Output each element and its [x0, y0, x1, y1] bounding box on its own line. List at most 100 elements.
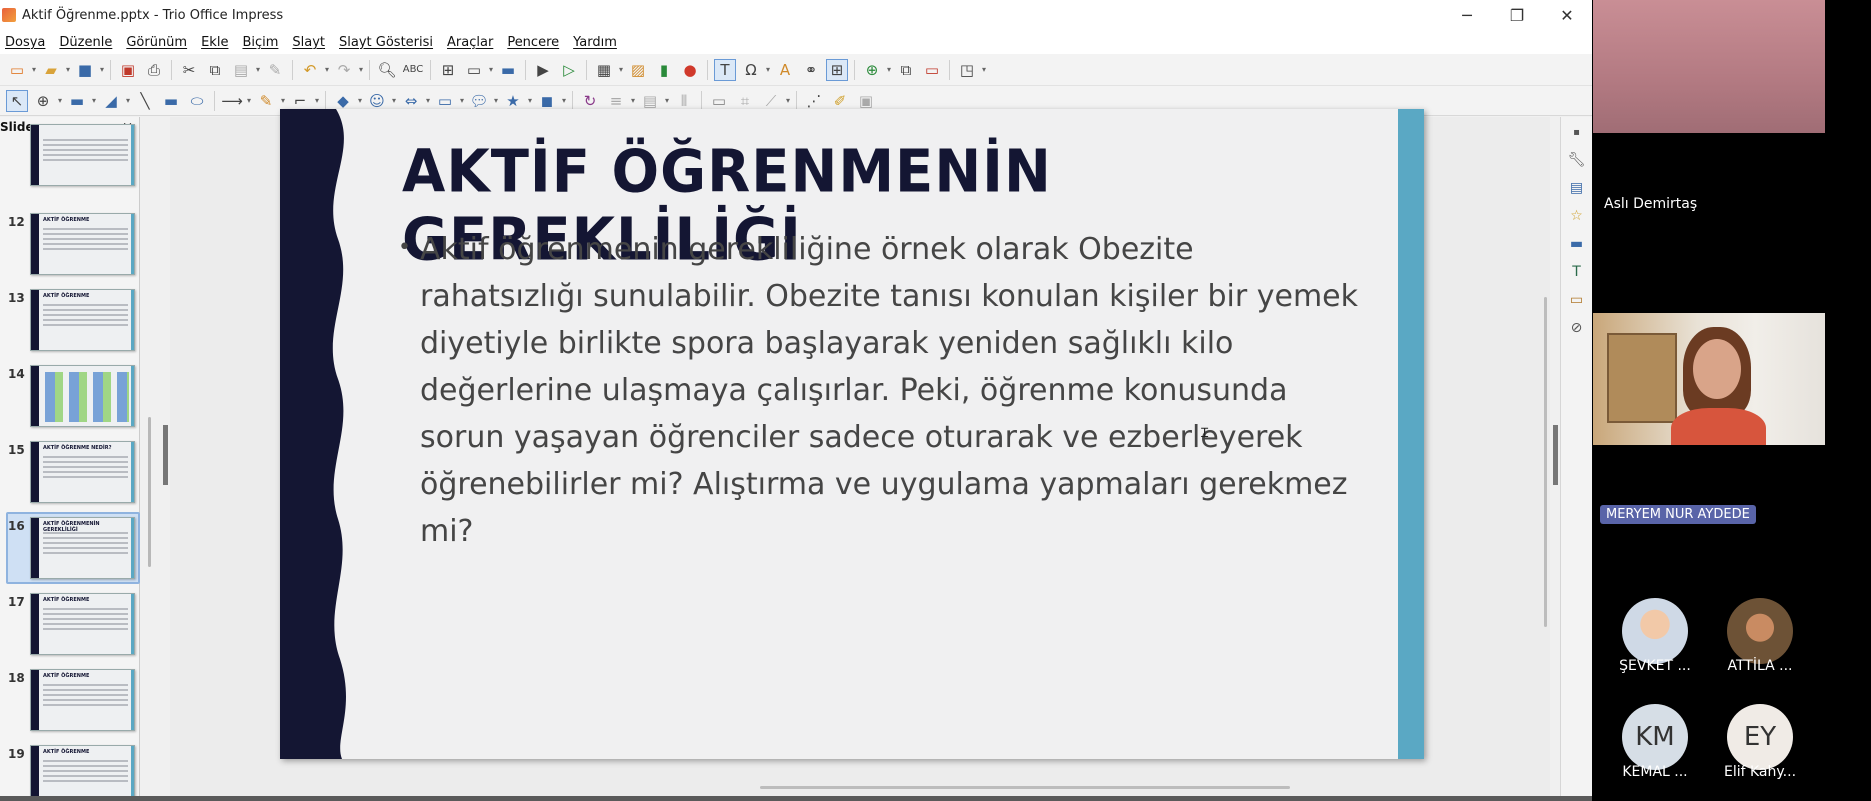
active-speaker-video-tile[interactable] [1593, 313, 1825, 445]
styles-icon[interactable]: T [1566, 261, 1588, 283]
fontwork-icon[interactable]: A [774, 59, 796, 81]
slide-thumbnail[interactable]: 14 [4, 365, 135, 435]
insert-chart-icon[interactable]: ▮ [653, 59, 675, 81]
freeform-curve-icon[interactable]: ✎ [255, 90, 277, 112]
start-current-slide-icon[interactable]: ▷ [558, 59, 580, 81]
duplicate-slide-icon[interactable]: ⧉ [895, 59, 917, 81]
select-pointer-icon[interactable]: ↖ [6, 89, 28, 112]
new-document-icon[interactable]: ▭ [6, 59, 28, 81]
special-char-dropdown-icon[interactable]: ▾ [764, 59, 772, 81]
print-icon[interactable]: ⎙ [143, 59, 165, 81]
redo-icon[interactable]: ↷ [333, 59, 355, 81]
menu-slideshow[interactable]: Slayt Gösterisi [334, 35, 442, 50]
slide-thumbnail[interactable]: 16 AKTİF ÖĞRENMENİN GEREKLİLİĞİ [4, 512, 140, 587]
lines-arrows-icon[interactable]: ⟶ [221, 90, 243, 112]
fill-color-dropdown-icon[interactable]: ▾ [124, 90, 132, 112]
table-dropdown-icon[interactable]: ▾ [617, 59, 625, 81]
paste-dropdown-icon[interactable]: ▾ [254, 59, 262, 81]
master-slide-icon[interactable]: ▬ [497, 59, 519, 81]
menu-help[interactable]: Yardım [568, 35, 626, 50]
menu-edit[interactable]: Düzenle [54, 35, 121, 50]
menu-view[interactable]: Görünüm [121, 35, 196, 50]
insert-media-icon[interactable]: ● [679, 59, 701, 81]
menu-file[interactable]: Dosya [0, 35, 54, 50]
participant-video-tile[interactable] [1593, 0, 1825, 133]
insert-textbox-icon[interactable]: T [714, 58, 736, 81]
delete-slide-icon[interactable]: ▭ [921, 59, 943, 81]
restore-button[interactable]: ❐ [1492, 0, 1542, 30]
open-dropdown-icon[interactable]: ▾ [64, 59, 72, 81]
slide-transition-icon[interactable]: ▤ [1566, 177, 1588, 199]
grid-icon[interactable]: ⊞ [437, 59, 459, 81]
slide-thumbnail[interactable]: 12 AKTİF ÖĞRENME [4, 213, 135, 283]
views-dropdown-icon[interactable]: ▾ [487, 59, 495, 81]
animation-icon[interactable]: ☆ [1566, 205, 1588, 227]
paste-icon[interactable]: ▤ [230, 59, 252, 81]
menu-window[interactable]: Pencere [502, 35, 568, 50]
slide-thumbnail[interactable]: 17 AKTİF ÖĞRENME [4, 593, 135, 663]
menu-insert[interactable]: Ekle [196, 35, 237, 50]
gallery-icon[interactable]: ▭ [1566, 289, 1588, 311]
start-first-slide-icon[interactable]: ▶ [532, 59, 554, 81]
sidebar-collapse-handle[interactable] [1553, 425, 1558, 485]
line-tool-icon[interactable]: ╲ [134, 90, 156, 112]
current-slide[interactable]: AKTİF ÖĞRENMENİN GEREKLİLİĞİ • Aktif öğr… [280, 109, 1424, 759]
display-views-icon[interactable]: ▭ [463, 59, 485, 81]
slides-panel-scrollbar[interactable] [148, 417, 151, 567]
new-slide-icon[interactable]: ⊕ [861, 59, 883, 81]
cut-icon[interactable]: ✂ [178, 59, 200, 81]
save-dropdown-icon[interactable]: ▾ [98, 59, 106, 81]
line-color-dropdown-icon[interactable]: ▾ [90, 90, 98, 112]
redo-dropdown-icon[interactable]: ▾ [357, 59, 365, 81]
fill-color-icon[interactable]: ◢ [100, 90, 122, 112]
menu-slide[interactable]: Slayt [287, 35, 334, 50]
properties-icon[interactable]: 🔧︎ [1566, 149, 1588, 171]
slide-thumbnail[interactable]: 15 AKTİF ÖĞRENME NEDİR? [4, 441, 135, 511]
save-icon[interactable]: ■ [74, 59, 96, 81]
clone-format-icon[interactable]: ✎ [264, 59, 286, 81]
menu-tools[interactable]: Araçlar [442, 35, 502, 50]
undo-dropdown-icon[interactable]: ▾ [323, 59, 331, 81]
layout-dropdown-icon[interactable]: ▾ [980, 59, 988, 81]
participant-avatar[interactable]: KM [1622, 704, 1688, 770]
toggle-extrusion-icon[interactable]: ⊞ [826, 58, 848, 81]
hyperlink-icon[interactable]: ⚭ [800, 59, 822, 81]
undo-icon[interactable]: ↶ [299, 59, 321, 81]
slide-thumbnail[interactable]: 18 AKTİF ÖĞRENME [4, 669, 135, 739]
zoom-dropdown-icon[interactable]: ▾ [56, 90, 64, 112]
insert-table-icon[interactable]: ▦ [593, 59, 615, 81]
workspace-vertical-scrollbar[interactable] [1542, 117, 1550, 797]
master-slides-icon[interactable]: ▬ [1566, 233, 1588, 255]
navigator-icon[interactable]: ⊘ [1566, 317, 1588, 339]
new-dropdown-icon[interactable]: ▾ [30, 59, 38, 81]
export-pdf-icon[interactable]: ▣ [117, 59, 139, 81]
workspace-horizontal-scrollbar[interactable] [760, 786, 1290, 789]
rectangle-tool-icon[interactable]: ▬ [160, 90, 182, 112]
line-color-icon[interactable]: ▬ [66, 90, 88, 112]
special-character-icon[interactable]: Ω [740, 59, 762, 81]
zoom-pan-icon[interactable]: ⊕ [32, 90, 54, 112]
slide-thumbnail[interactable]: 19 AKTİF ÖĞRENME [4, 745, 135, 801]
slide-thumbnail[interactable]: 13 AKTİF ÖĞRENME [4, 289, 135, 359]
participant-avatar[interactable]: EY [1727, 704, 1793, 770]
minimize-button[interactable]: ─ [1442, 0, 1492, 30]
sidebar-menu-icon[interactable]: ▪ [1566, 121, 1588, 143]
participant-avatar[interactable] [1622, 598, 1688, 664]
slide-preview: AKTİF ÖĞRENME [30, 289, 135, 351]
spelling-icon[interactable]: ABC [402, 59, 424, 81]
slide-layout-icon[interactable]: ◳ [956, 59, 978, 81]
menu-format[interactable]: Biçim [237, 35, 287, 50]
insert-image-icon[interactable]: ▨ [627, 59, 649, 81]
close-button[interactable]: ✕ [1542, 0, 1592, 30]
scroll-thumb[interactable] [1544, 297, 1547, 627]
slide-body-text[interactable]: • Aktif öğrenmenin gerekliliğine örnek o… [398, 226, 1360, 555]
copy-icon[interactable]: ⧉ [204, 59, 226, 81]
slides-panel-collapse-handle[interactable] [163, 425, 168, 485]
find-replace-icon[interactable]: 🔍︎ [376, 59, 398, 81]
ellipse-tool-icon[interactable]: ⬭ [186, 90, 208, 112]
lines-dropdown-icon[interactable]: ▾ [245, 90, 253, 112]
slide-thumbnail[interactable] [4, 124, 135, 194]
new-slide-dropdown-icon[interactable]: ▾ [885, 59, 893, 81]
participant-avatar[interactable] [1727, 598, 1793, 664]
open-folder-icon[interactable]: ▰ [40, 59, 62, 81]
